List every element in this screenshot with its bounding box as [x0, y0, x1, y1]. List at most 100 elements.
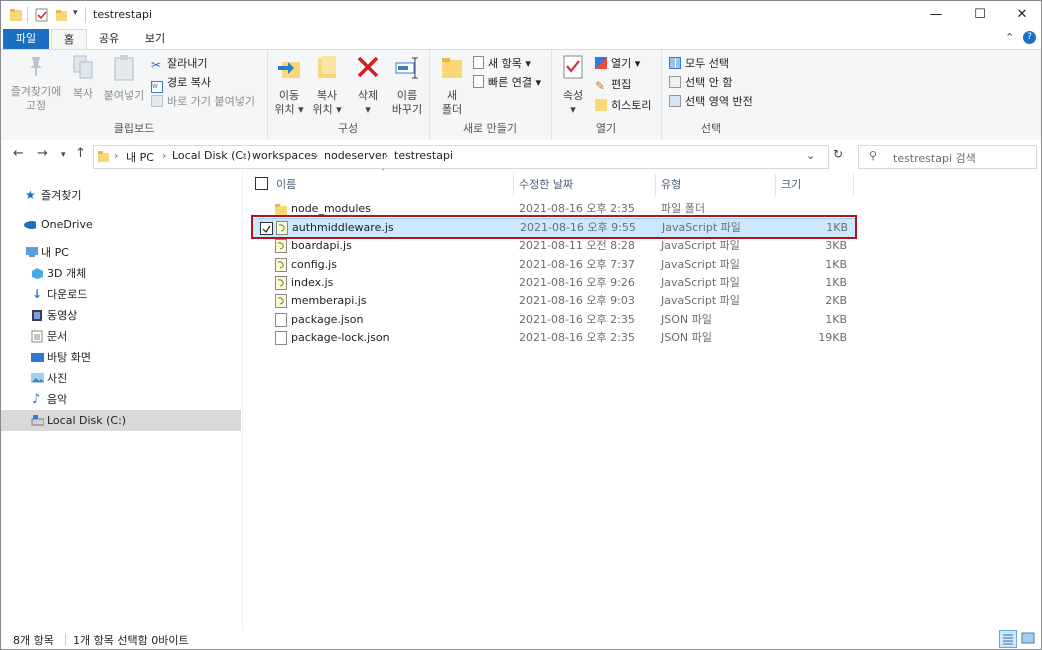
- nav-item-downloads[interactable]: ↓ 다운로드: [1, 284, 241, 305]
- title-bar: ▾ testrestapi — ☐ ✕: [1, 1, 1041, 29]
- file-date: 2021-08-16 오후 2:35: [519, 331, 635, 344]
- select-all-checkbox[interactable]: [255, 177, 268, 190]
- new-folder-button[interactable]: 새 폴더: [435, 54, 469, 117]
- tab-view[interactable]: 보기: [135, 29, 175, 49]
- forward-arrow-icon[interactable]: →: [37, 146, 48, 161]
- nav-label: Local Disk (C:): [47, 414, 127, 427]
- new-item-button[interactable]: 새 항목 ▾: [473, 55, 531, 73]
- copy-button[interactable]: 복사: [67, 54, 99, 101]
- close-button[interactable]: ✕: [999, 1, 1041, 29]
- nav-item-quick-access[interactable]: ★ 즐겨찾기: [1, 185, 241, 206]
- nav-item-local-disk[interactable]: Local Disk (C:): [1, 410, 241, 431]
- file-name: index.js: [291, 276, 334, 289]
- nav-label: 즐겨찾기: [41, 189, 82, 202]
- back-arrow-icon[interactable]: ←: [13, 146, 24, 161]
- pin-icon: [30, 57, 42, 76]
- list-lines-icon: [1003, 634, 1013, 645]
- column-header-date[interactable]: 수정한 날짜: [519, 176, 573, 192]
- address-dropdown-icon[interactable]: ⌄: [806, 149, 815, 162]
- list-item[interactable]: config.js 2021-08-16 오후 7:37 JavaScript …: [251, 256, 855, 274]
- column-separator[interactable]: [655, 174, 656, 196]
- breadcrumb-localdisk[interactable]: Local Disk (C:): [172, 149, 251, 162]
- tab-share[interactable]: 공유: [89, 29, 129, 49]
- move-to-button[interactable]: 이동 위치 ▾: [271, 54, 307, 117]
- minimize-button[interactable]: —: [913, 1, 959, 29]
- easy-access-label: 빠른 연결 ▾: [488, 76, 541, 89]
- select-none-button[interactable]: 선택 안 함: [669, 74, 732, 92]
- open-button[interactable]: 열기 ▾: [595, 55, 640, 73]
- history-button[interactable]: 히스토리: [595, 97, 651, 115]
- new-folder-icon[interactable]: [55, 7, 69, 23]
- rename-icon: [395, 57, 418, 79]
- column-header-size[interactable]: 크기: [781, 176, 801, 192]
- nav-label: 다운로드: [47, 288, 88, 301]
- list-item[interactable]: boardapi.js 2021-08-11 오전 8:28 JavaScrip…: [251, 237, 855, 255]
- nav-item-documents[interactable]: 문서: [1, 326, 241, 347]
- pin-quick-access-button[interactable]: 즐겨찾기에 고정: [7, 54, 65, 113]
- search-input[interactable]: ⚲ testrestapi 검색: [858, 145, 1037, 169]
- nav-item-music[interactable]: ♪ 음악: [1, 389, 241, 410]
- tab-home[interactable]: 홈: [51, 29, 87, 50]
- refresh-icon[interactable]: ↻: [833, 147, 843, 161]
- customize-qa-icon[interactable]: ▾: [73, 8, 78, 24]
- file-name: package.json: [291, 313, 364, 326]
- rename-label-2: 바꾸기: [391, 103, 423, 116]
- breadcrumb-testrestapi[interactable]: testrestapi: [394, 149, 453, 162]
- help-icon[interactable]: ?: [1023, 31, 1036, 44]
- props-label-1: 속성: [562, 89, 584, 102]
- list-item[interactable]: package.json 2021-08-16 오후 2:35 JSON 파일 …: [251, 311, 855, 329]
- file-date: 2021-08-16 오후 7:37: [519, 258, 635, 271]
- recent-chevron-icon[interactable]: ▾: [61, 150, 66, 160]
- column-separator[interactable]: [853, 174, 854, 196]
- list-item[interactable]: index.js 2021-08-16 오후 9:26 JavaScript 파…: [251, 274, 855, 292]
- details-view-icon[interactable]: [999, 630, 1017, 648]
- breadcrumb-nodeserver[interactable]: nodeserver: [324, 149, 386, 162]
- column-separator[interactable]: [775, 174, 776, 196]
- invert-selection-button[interactable]: 선택 영역 반전: [669, 93, 753, 111]
- group-label-open: 열기: [595, 122, 617, 135]
- edit-button[interactable]: ✎ 편집: [595, 76, 631, 94]
- column-header-type[interactable]: 유형: [661, 176, 681, 192]
- copy-to-button[interactable]: 복사 위치 ▾: [309, 54, 345, 117]
- up-arrow-icon[interactable]: ↑: [75, 146, 86, 161]
- nav-item-onedrive[interactable]: OneDrive: [1, 214, 241, 235]
- computer-icon: [26, 247, 38, 257]
- easy-access-button[interactable]: 빠른 연결 ▾: [473, 74, 541, 92]
- copy-path-button[interactable]: W 경로 복사: [151, 74, 211, 93]
- nav-item-videos[interactable]: 동영상: [1, 305, 241, 326]
- file-name: memberapi.js: [291, 294, 367, 307]
- nav-label: 동영상: [47, 309, 78, 322]
- nav-item-3d-objects[interactable]: 3D 개체: [1, 263, 241, 284]
- properties-button[interactable]: 속성 ▾: [557, 54, 589, 117]
- breadcrumb-pc[interactable]: 내 PC: [126, 149, 154, 165]
- file-list: ˄ 이름 수정한 날짜 유형 크기 node_modules 2021-08-1…: [245, 168, 1041, 630]
- ribbon-tabs: 파일 홈 공유 보기 ⌃ ?: [1, 29, 1041, 50]
- rename-button[interactable]: 이름 바꾸기: [387, 54, 427, 117]
- divider: [27, 7, 28, 23]
- nav-item-desktop[interactable]: 바탕 화면: [1, 347, 241, 368]
- nav-item-this-pc[interactable]: 내 PC: [1, 242, 241, 263]
- select-all-button[interactable]: 모두 선택: [669, 55, 729, 73]
- large-icons-view-icon[interactable]: [1021, 631, 1035, 645]
- address-bar[interactable]: › 내 PC › Local Disk (C:) › workspaces › …: [93, 145, 829, 169]
- nav-item-pictures[interactable]: 사진: [1, 368, 241, 389]
- download-arrow-icon: ↓: [32, 287, 43, 301]
- paste-button[interactable]: 붙여넣기: [101, 54, 147, 103]
- column-header-name[interactable]: 이름: [276, 176, 296, 192]
- cut-button[interactable]: ✂ 잘라내기: [151, 55, 207, 73]
- list-item[interactable]: package-lock.json 2021-08-16 오후 2:35 JSO…: [251, 329, 855, 347]
- maximize-button[interactable]: ☐: [957, 1, 1003, 29]
- list-item[interactable]: memberapi.js 2021-08-16 오후 9:03 JavaScri…: [251, 292, 855, 310]
- paste-shortcut-button[interactable]: 바로 가기 붙여넣기: [151, 93, 255, 111]
- tab-file[interactable]: 파일: [3, 29, 49, 49]
- selection-info: 1개 항목 선택함 0바이트: [73, 634, 189, 647]
- delete-button[interactable]: 삭제 ▾: [351, 54, 385, 117]
- search-placeholder: testrestapi 검색: [893, 152, 976, 165]
- collapse-ribbon-icon[interactable]: ⌃: [1005, 31, 1014, 44]
- copy-label: 복사: [72, 87, 94, 100]
- pin-label-1: 즐겨찾기에: [10, 85, 62, 98]
- column-separator[interactable]: [513, 174, 514, 196]
- file-type: JavaScript 파일: [661, 294, 740, 307]
- properties-icon[interactable]: [35, 7, 49, 23]
- breadcrumb-workspaces[interactable]: workspaces: [252, 149, 317, 162]
